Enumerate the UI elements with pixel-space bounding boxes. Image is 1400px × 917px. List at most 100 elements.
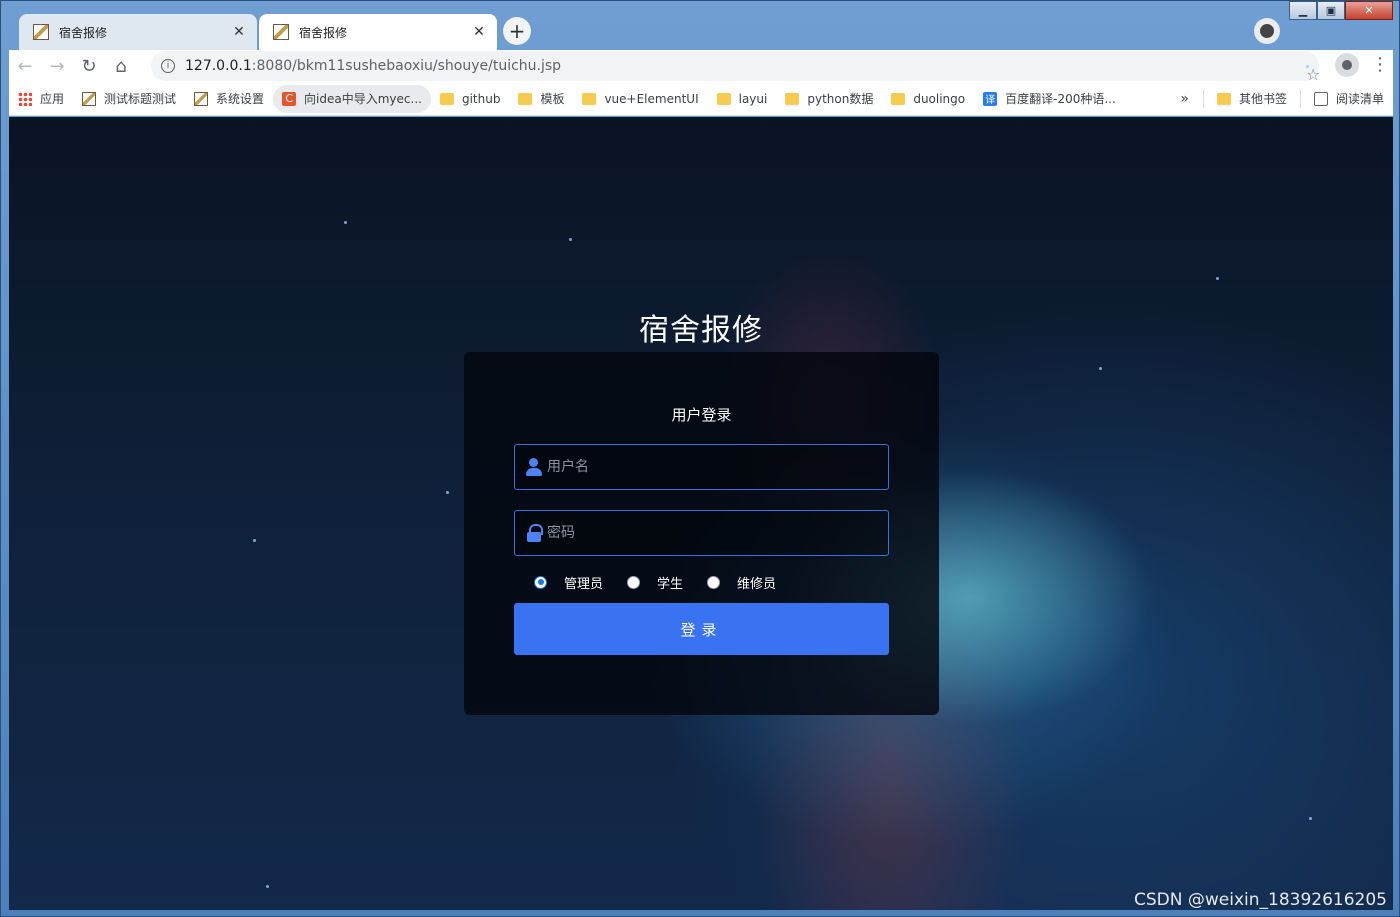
bookmark-label: 百度翻译-200种语... bbox=[1005, 92, 1116, 106]
apps-icon bbox=[18, 91, 32, 106]
bookmark-label: 模板 bbox=[540, 92, 565, 106]
radio-admin[interactable] bbox=[534, 575, 547, 589]
page-content: 宿舍报修 用户登录 管理员 学生 维修员 登录 CSDN @weixin_18 bbox=[9, 117, 1393, 910]
star-decoration bbox=[569, 238, 572, 241]
page-title: 宿舍报修 bbox=[639, 313, 763, 348]
minimize-button[interactable]: ▁ bbox=[1289, 1, 1317, 20]
favicon-icon bbox=[273, 24, 289, 40]
bookmark-label: vue+ElementUI bbox=[604, 91, 699, 106]
divider bbox=[1202, 89, 1204, 108]
menu-icon[interactable]: ⋮ bbox=[1371, 53, 1389, 77]
bookmark-label: layui bbox=[738, 91, 768, 106]
reading-list-icon bbox=[1313, 91, 1328, 106]
username-input[interactable] bbox=[547, 459, 888, 475]
tab-title: 宿舍报修 bbox=[299, 25, 348, 40]
new-tab-button[interactable]: + bbox=[503, 17, 531, 45]
profile-icon[interactable] bbox=[1335, 53, 1359, 77]
bookmark-label: python数据 bbox=[807, 92, 874, 106]
tab-active[interactable]: 宿舍报修 ✕ bbox=[259, 14, 497, 50]
bookmark-other[interactable]: 其他书签 bbox=[1208, 85, 1296, 113]
tab-close-icon[interactable]: ✕ bbox=[471, 24, 487, 40]
maximize-button[interactable]: ▣ bbox=[1317, 1, 1345, 20]
bookmarks-overflow-icon[interactable]: » bbox=[1170, 91, 1199, 107]
bookmark-label: 向idea中导入myec... bbox=[304, 92, 422, 106]
bookmark-label: 测试标题测试 bbox=[104, 92, 177, 106]
star-decoration bbox=[344, 221, 347, 224]
folder-icon bbox=[716, 92, 731, 105]
info-icon[interactable]: i bbox=[161, 59, 175, 73]
star-decoration bbox=[446, 491, 449, 494]
url-path: :8080/bkm11sushebaoxiu/shouye/tuichu.jsp bbox=[251, 58, 562, 74]
password-input[interactable] bbox=[547, 525, 888, 541]
reload-icon[interactable]: ↻ bbox=[73, 56, 105, 77]
toolbar-right: ⋮ bbox=[1335, 53, 1389, 77]
tab-strip: 宿舍报修 ✕ 宿舍报修 ✕ + ▁ ▣ ✕ bbox=[9, 1, 1393, 50]
bookmark-item[interactable]: 译百度翻译-200种语... bbox=[974, 85, 1125, 113]
bookmark-folder[interactable]: duolingo bbox=[882, 85, 974, 113]
radio-repairman[interactable] bbox=[707, 575, 721, 589]
login-button[interactable]: 登录 bbox=[514, 603, 889, 655]
role-selector: 管理员 学生 维修员 bbox=[534, 572, 800, 592]
forward-icon[interactable]: → bbox=[41, 56, 73, 77]
window-close-button[interactable]: ✕ bbox=[1345, 1, 1393, 20]
bookmark-folder[interactable]: vue+ElementUI bbox=[573, 85, 707, 113]
tab-close-icon[interactable]: ✕ bbox=[231, 24, 247, 40]
username-field[interactable] bbox=[514, 444, 889, 490]
reading-list[interactable]: 阅读清单 bbox=[1305, 85, 1393, 113]
bookmark-folder[interactable]: github bbox=[431, 85, 509, 113]
page-icon bbox=[194, 91, 209, 106]
browser-toolbar: ← → ↻ ⌂ i 127.0.0.1:8080/bkm11sushebaoxi… bbox=[9, 50, 1393, 84]
star-decoration bbox=[253, 539, 256, 542]
user-icon bbox=[524, 457, 544, 477]
folder-icon bbox=[1216, 92, 1231, 105]
page-icon bbox=[82, 91, 97, 106]
address-bar[interactable]: i 127.0.0.1:8080/bkm11sushebaoxiu/shouye… bbox=[151, 51, 1320, 84]
lock-icon bbox=[524, 523, 544, 543]
bookmark-label: 阅读清单 bbox=[1335, 92, 1384, 106]
csdn-icon: C bbox=[282, 91, 297, 106]
role-label-student: 学生 bbox=[657, 576, 684, 592]
star-decoration bbox=[266, 885, 269, 888]
bookmark-star-icon[interactable]: ☆ bbox=[1306, 64, 1320, 84]
divider bbox=[1299, 89, 1301, 108]
translate-icon: 译 bbox=[983, 91, 998, 106]
login-card-title: 用户登录 bbox=[671, 406, 732, 424]
login-card: 用户登录 管理员 学生 维修员 登录 bbox=[464, 352, 939, 715]
url-text: 127.0.0.1:8080/bkm11sushebaoxiu/shouye/t… bbox=[185, 58, 561, 74]
back-icon[interactable]: ← bbox=[9, 56, 41, 77]
tab-search-icon[interactable] bbox=[1254, 18, 1280, 44]
tab-inactive[interactable]: 宿舍报修 ✕ bbox=[19, 14, 257, 50]
bookmarks-bar: 应用 测试标题测试 系统设置 C 向idea中导入myec... github 模… bbox=[9, 82, 1393, 116]
bookmarks-right: » 其他书签 阅读清单 bbox=[1170, 85, 1393, 113]
url-host: 127.0.0.1 bbox=[185, 58, 252, 74]
browser-window: 宿舍报修 ✕ 宿舍报修 ✕ + ▁ ▣ ✕ ← → ↻ ⌂ i 127.0.0.… bbox=[0, 0, 1400, 917]
bookmark-label: 系统设置 bbox=[216, 92, 265, 106]
radio-student[interactable] bbox=[627, 575, 641, 589]
role-label-repairman: 维修员 bbox=[737, 576, 777, 592]
bookmark-label: 应用 bbox=[40, 92, 65, 106]
star-decoration bbox=[1099, 367, 1102, 370]
role-label-admin: 管理员 bbox=[564, 576, 604, 592]
bookmark-label: github bbox=[461, 91, 501, 106]
favicon-icon bbox=[33, 24, 49, 40]
bookmark-folder[interactable]: python数据 bbox=[776, 85, 882, 113]
bookmark-label: duolingo bbox=[913, 91, 966, 106]
bookmark-apps[interactable]: 应用 bbox=[9, 85, 73, 113]
bookmark-item[interactable]: 系统设置 bbox=[185, 85, 273, 113]
window-controls: ▁ ▣ ✕ bbox=[1289, 1, 1393, 20]
bookmark-item[interactable]: C 向idea中导入myec... bbox=[273, 84, 431, 113]
star-decoration bbox=[1309, 817, 1312, 820]
password-field[interactable] bbox=[514, 510, 889, 556]
tab-title: 宿舍报修 bbox=[59, 25, 108, 40]
folder-icon bbox=[439, 92, 454, 105]
bookmark-folder[interactable]: layui bbox=[708, 85, 777, 113]
folder-icon bbox=[891, 92, 906, 105]
star-decoration bbox=[1216, 277, 1219, 280]
bookmark-folder[interactable]: 模板 bbox=[509, 85, 573, 113]
bookmark-item[interactable]: 测试标题测试 bbox=[73, 85, 185, 113]
watermark: CSDN @weixin_18392616205 bbox=[1134, 890, 1387, 910]
folder-icon bbox=[582, 92, 597, 105]
home-icon[interactable]: ⌂ bbox=[105, 56, 137, 77]
bookmark-label: 其他书签 bbox=[1238, 92, 1287, 106]
folder-icon bbox=[518, 92, 533, 105]
